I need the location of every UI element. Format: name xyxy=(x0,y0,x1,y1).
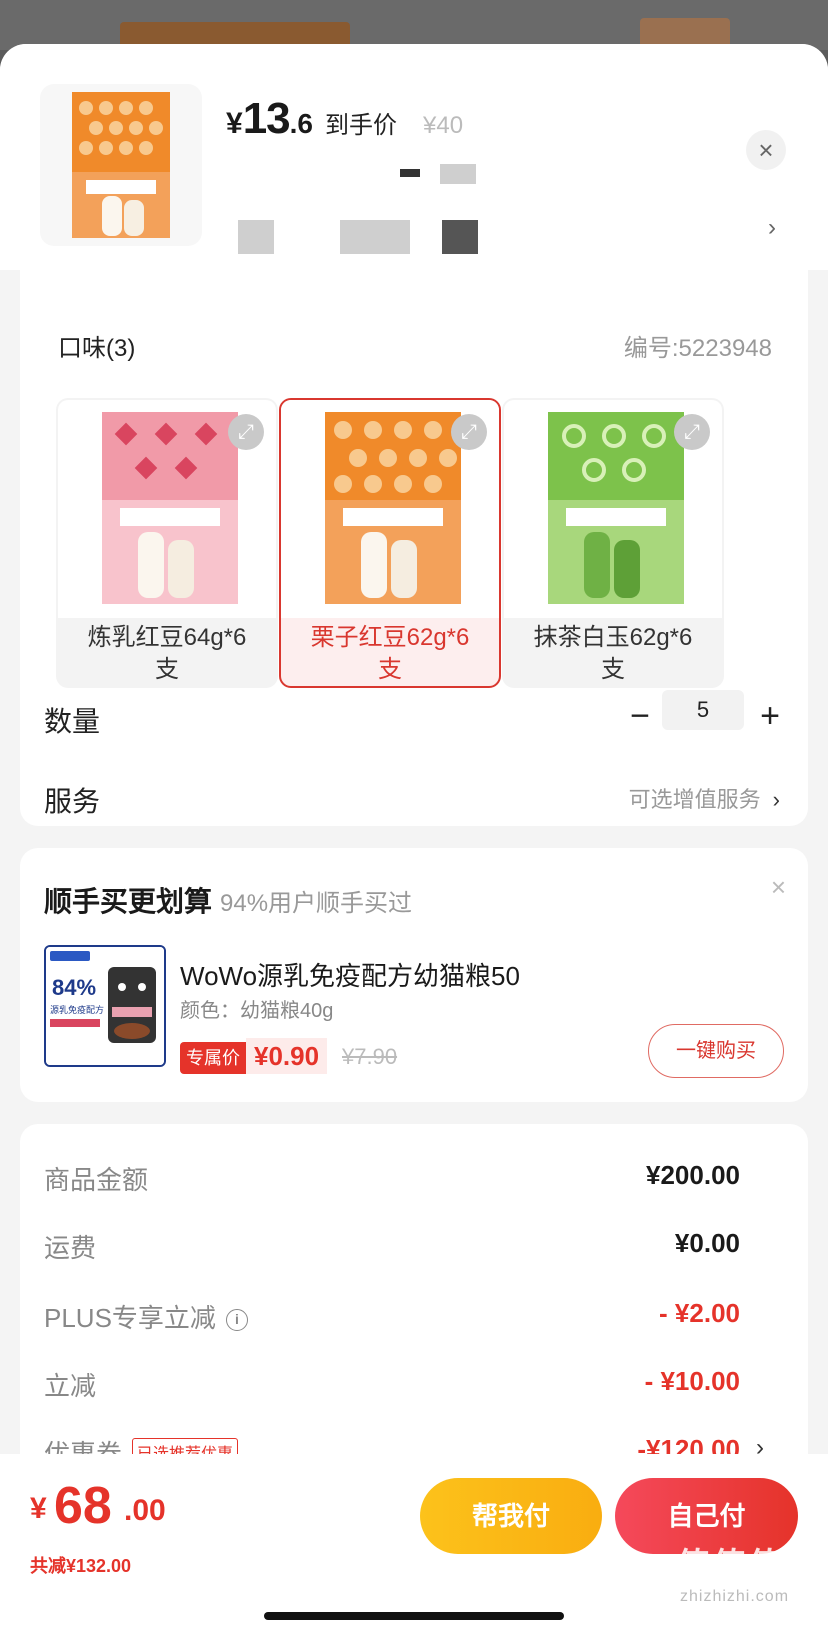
summary-label: 立减 xyxy=(44,1371,97,1401)
summary-value: ¥200.00 xyxy=(646,1160,740,1190)
summary-label-text: PLUS专享立减 xyxy=(44,1303,216,1333)
close-icon[interactable]: × xyxy=(771,872,786,903)
home-indicator[interactable] xyxy=(264,1612,564,1620)
total-integer: 68 xyxy=(54,1477,112,1535)
summary-row-instant-discount: 立减 - ¥10.00 xyxy=(44,1366,784,1406)
summary-label: 商品金额 xyxy=(44,1165,149,1195)
price-label: 到手价 xyxy=(325,112,397,139)
addon-image-subtext: 源乳免疫配方 xyxy=(50,1004,104,1016)
watermark-logo: 值值值 xyxy=(676,1547,784,1585)
product-thumbnail[interactable] xyxy=(40,84,202,246)
addon-product-image[interactable]: 84% 源乳免疫配方 xyxy=(44,945,166,1067)
flavor-name: 抹茶白玉62g*6支 xyxy=(533,624,693,683)
expand-icon[interactable]: ⤢ xyxy=(674,414,710,450)
watermark-url: zhizhizhi.com xyxy=(680,1588,790,1605)
addon-subtitle: 94%用户顺手买过 xyxy=(220,890,413,917)
blurred-text xyxy=(340,220,410,254)
original-price: ¥40 xyxy=(423,112,464,139)
summary-label: PLUS专享立减 i xyxy=(44,1298,248,1335)
flavor-name: 炼乳红豆64g*6支 xyxy=(87,624,247,683)
quantity-label: 数量 xyxy=(44,706,101,737)
summary-row-goods-amount: 商品金额 ¥200.00 xyxy=(44,1160,784,1200)
sku-number: 编号:5223948 xyxy=(623,335,772,362)
flavor-option-condensed-milk-red-bean[interactable]: ⤢ 炼乳红豆64g*6支 xyxy=(56,398,278,688)
total-saved: 共减¥132.00 xyxy=(30,1556,132,1576)
summary-row-plus-discount: PLUS专享立减 i - ¥2.00 xyxy=(44,1298,784,1338)
chevron-right-icon: › xyxy=(772,787,780,812)
addon-original-price: ¥7.90 xyxy=(342,1044,398,1069)
close-icon[interactable]: × xyxy=(746,130,786,170)
expand-icon[interactable]: ⤢ xyxy=(451,414,487,450)
purchase-sheet: ¥ 13 .6 到手价 ¥40 × › 口味(3) 编号:5223948 ⤢ 炼… xyxy=(0,44,828,1643)
chevron-right-icon[interactable]: › xyxy=(768,214,776,242)
price-integer: 13 xyxy=(242,94,291,143)
service-label: 服务 xyxy=(44,786,101,817)
blurred-text xyxy=(442,220,478,254)
flavor-option-matcha-mochi[interactable]: ⤢ 抹茶白玉62g*6支 xyxy=(502,398,724,688)
summary-value: ¥0.00 xyxy=(674,1228,740,1258)
addon-product-variant: 颜色：幼猫粮40g xyxy=(180,1000,334,1022)
blurred-text xyxy=(400,169,420,177)
quantity-input[interactable]: 5 xyxy=(662,690,744,730)
one-click-buy-button[interactable]: 一键购买 xyxy=(648,1024,784,1078)
quantity-increase-button[interactable]: + xyxy=(750,688,790,744)
price-row: ¥ 13 .6 到手价 ¥40 xyxy=(226,94,463,144)
help-me-pay-button[interactable]: 帮我付 xyxy=(420,1478,602,1554)
addon-card: 顺手买更划算 94%用户顺手买过 × 84% 源乳免疫配方 WoWo源乳免疫配方幼… xyxy=(20,848,808,1102)
price-currency: ¥ xyxy=(226,107,243,140)
blurred-text xyxy=(440,164,476,184)
summary-value: - ¥2.00 xyxy=(659,1298,740,1328)
service-selector[interactable]: 可选增值服务 › xyxy=(629,782,780,814)
info-icon[interactable]: i xyxy=(225,1309,248,1331)
quantity-decrease-button[interactable]: − xyxy=(620,688,660,744)
summary-row-shipping: 运费 ¥0.00 xyxy=(44,1228,784,1268)
sheet-header: ¥ 13 .6 到手价 ¥40 × › xyxy=(0,44,828,270)
options-card: 口味(3) 编号:5223948 ⤢ 炼乳红豆64g*6支 ⤢ 栗子红豆62g*… xyxy=(20,270,808,826)
addon-image-percent: 84% xyxy=(52,975,96,1000)
addon-title-text: 顺手买更划算 xyxy=(44,886,213,917)
expand-icon[interactable]: ⤢ xyxy=(228,414,264,450)
flavor-option-chestnut-red-bean[interactable]: ⤢ 栗子红豆62g*6支 xyxy=(279,398,501,688)
service-value: 可选增值服务 xyxy=(628,787,761,812)
blurred-text xyxy=(238,220,274,254)
summary-label: 运费 xyxy=(44,1233,97,1263)
price-decimal: .6 xyxy=(289,108,313,139)
exclusive-price-tag: 专属价 xyxy=(180,1042,246,1074)
total-currency: ¥ xyxy=(30,1492,47,1525)
addon-title: 顺手买更划算 94%用户顺手买过 xyxy=(44,880,412,920)
addon-price: ¥0.90 xyxy=(246,1038,328,1074)
flavor-title: 口味(3) xyxy=(58,335,136,362)
addon-product-name[interactable]: WoWo源乳免疫配方幼猫粮50 xyxy=(180,956,520,993)
summary-value: - ¥10.00 xyxy=(644,1366,740,1396)
total-decimal: .00 xyxy=(124,1494,166,1527)
checkout-bar: ¥ 68 .00 共减¥132.00 帮我付 自己付 值值值 zhizhizhi… xyxy=(0,1454,828,1643)
flavor-name: 栗子红豆62g*6支 xyxy=(310,624,470,683)
